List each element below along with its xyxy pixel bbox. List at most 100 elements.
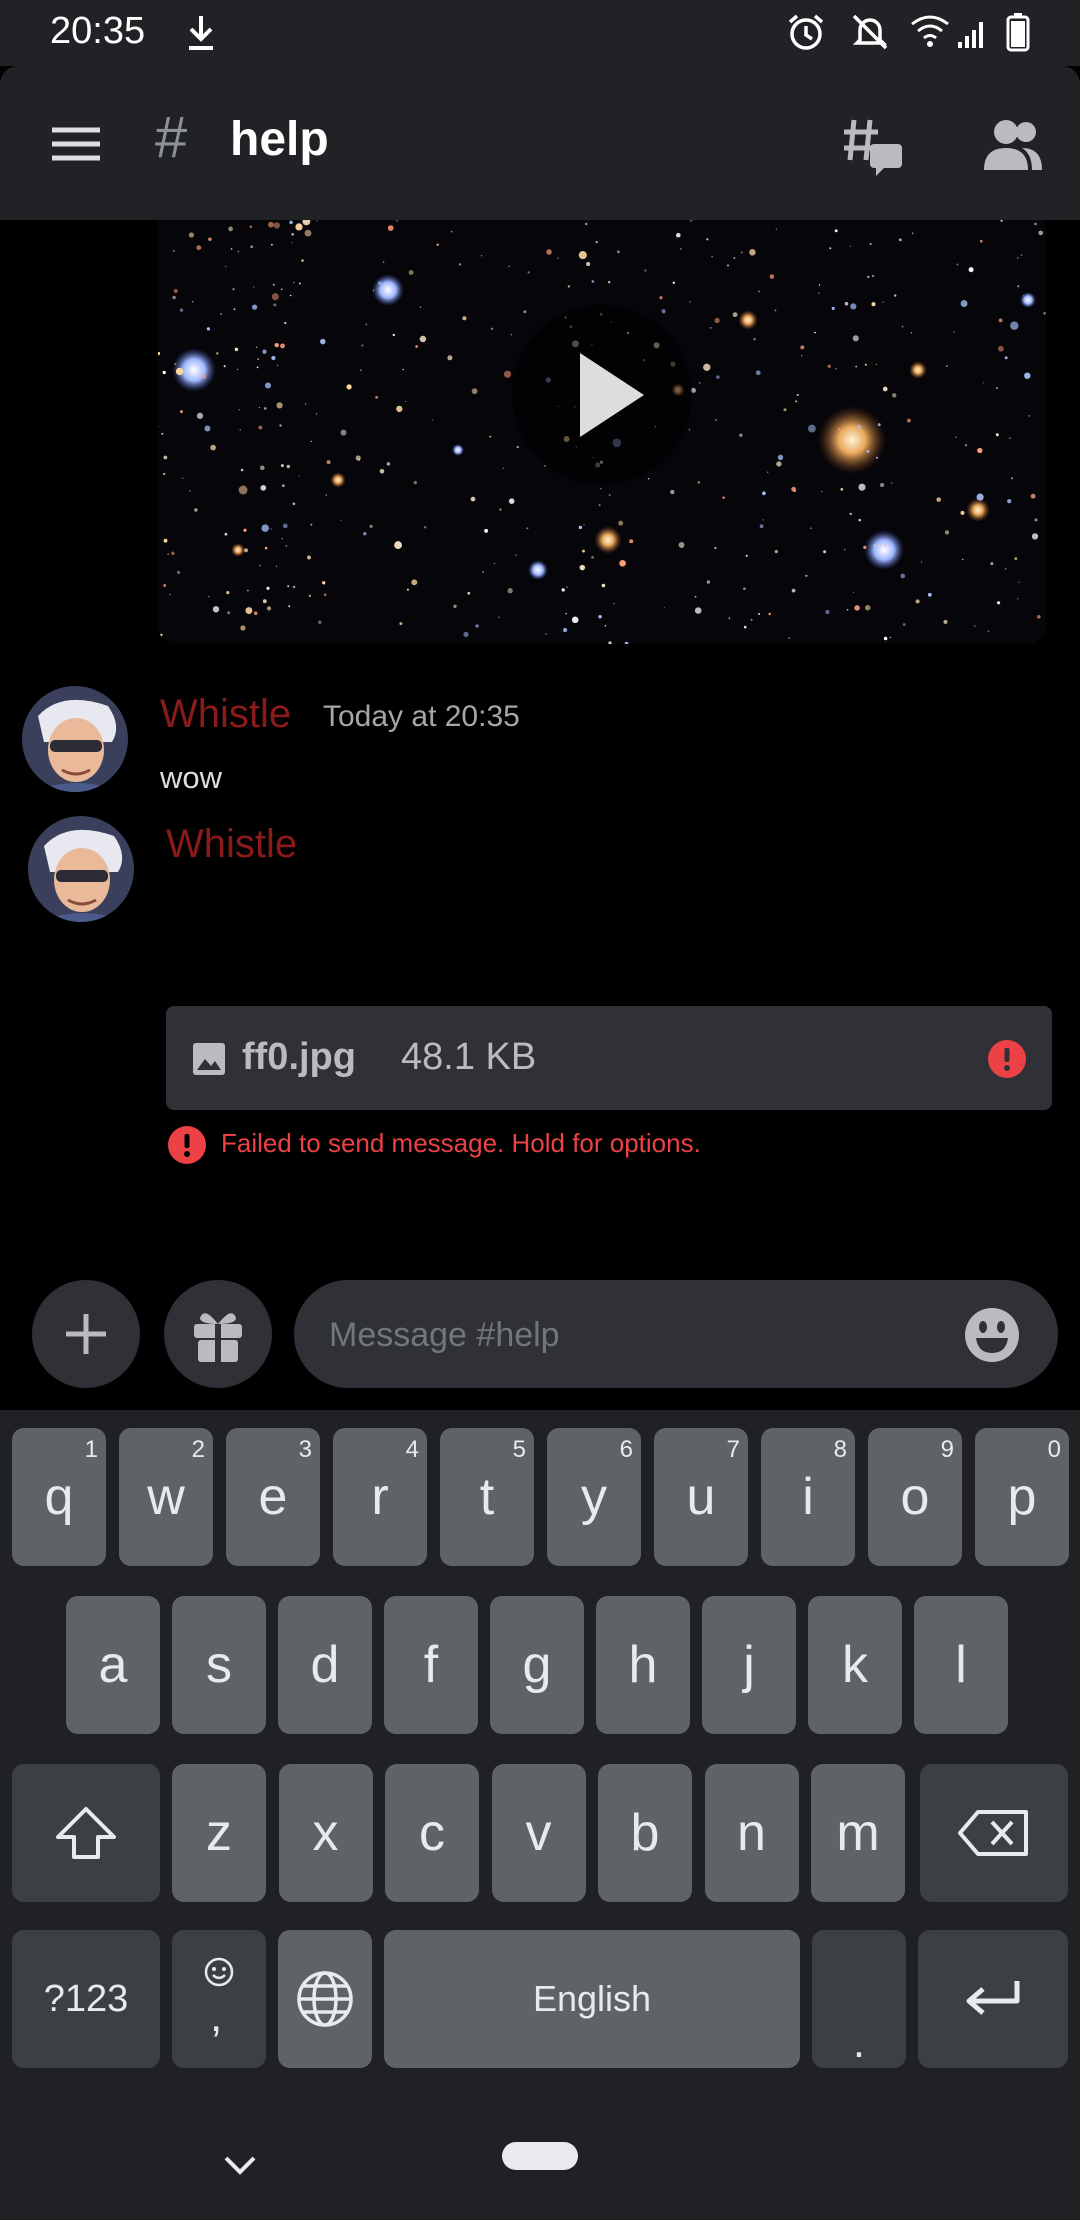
- key-t[interactable]: t5: [440, 1428, 534, 1566]
- key-y[interactable]: y6: [547, 1428, 641, 1566]
- avatar[interactable]: [28, 816, 134, 922]
- threads-icon[interactable]: [842, 116, 904, 178]
- star: [561, 588, 565, 592]
- star: [854, 605, 860, 611]
- send-error-message[interactable]: Failed to send message. Hold for options…: [221, 1128, 701, 1159]
- add-attachment-button[interactable]: [32, 1280, 140, 1388]
- star: [396, 405, 403, 413]
- key-label: q: [44, 1468, 74, 1526]
- keyboard-hide-chevron-icon[interactable]: [222, 2152, 258, 2176]
- star: [1004, 568, 1007, 570]
- key-h[interactable]: h: [596, 1596, 690, 1734]
- star: [322, 581, 326, 585]
- star: [546, 249, 552, 255]
- star: [759, 524, 764, 529]
- emoji-icon[interactable]: [964, 1307, 1020, 1363]
- star: [1043, 312, 1046, 315]
- key-u[interactable]: u7: [654, 1428, 748, 1566]
- star: [840, 487, 844, 491]
- key-a[interactable]: a: [66, 1596, 160, 1734]
- star: [709, 326, 712, 329]
- star: [304, 229, 312, 237]
- key-r[interactable]: r4: [333, 1428, 427, 1566]
- attachment-file-size: 48.1 KB: [401, 1036, 537, 1078]
- star: [1004, 356, 1008, 360]
- star: [413, 480, 417, 485]
- star: [882, 301, 884, 304]
- star: [867, 275, 870, 278]
- error-icon: [168, 1126, 206, 1164]
- star: [289, 220, 293, 225]
- star: [791, 486, 796, 492]
- play-button[interactable]: [512, 305, 692, 485]
- star: [849, 245, 852, 247]
- star: [882, 386, 888, 392]
- key-number-hint: 0: [1047, 1436, 1061, 1463]
- star: [604, 624, 607, 627]
- star: [743, 625, 747, 629]
- star: [212, 606, 220, 613]
- username[interactable]: Whistle: [166, 822, 297, 867]
- language-key[interactable]: [278, 1930, 372, 2068]
- star: [408, 270, 414, 275]
- key-e[interactable]: e3: [226, 1428, 320, 1566]
- key-z[interactable]: z: [172, 1764, 266, 1902]
- backspace-key[interactable]: [920, 1764, 1068, 1902]
- members-icon[interactable]: [982, 116, 1044, 172]
- gift-button[interactable]: [164, 1280, 272, 1388]
- star: [672, 281, 675, 284]
- star: [292, 585, 296, 589]
- period-key[interactable]: .: [812, 1930, 906, 2068]
- star: [258, 406, 260, 409]
- star: [608, 280, 611, 284]
- key-q[interactable]: q1: [12, 1428, 106, 1566]
- key-j[interactable]: j: [702, 1596, 796, 1734]
- key-l[interactable]: l: [914, 1596, 1008, 1734]
- key-n[interactable]: n: [704, 1764, 799, 1902]
- key-i[interactable]: i8: [761, 1428, 855, 1566]
- key-g[interactable]: g: [490, 1596, 584, 1734]
- star: [284, 321, 287, 325]
- key-p[interactable]: p0: [975, 1428, 1069, 1566]
- star: [755, 370, 761, 376]
- username[interactable]: Whistle: [160, 692, 291, 737]
- key-c[interactable]: c: [385, 1764, 479, 1902]
- key-k[interactable]: k: [808, 1596, 902, 1734]
- star: [270, 528, 272, 530]
- star: [943, 619, 948, 624]
- comma-key[interactable]: ,: [172, 1930, 266, 2068]
- star: [163, 584, 167, 587]
- key-v[interactable]: v: [491, 1764, 586, 1902]
- key-m[interactable]: m: [811, 1764, 905, 1902]
- space-key[interactable]: English: [384, 1930, 800, 2068]
- star: [980, 239, 983, 243]
- star: [169, 593, 171, 596]
- star: [372, 289, 375, 292]
- star: [915, 599, 920, 604]
- symbols-key[interactable]: ?123: [12, 1930, 160, 2068]
- attachment-file-name: ff0.jpg: [242, 1036, 356, 1078]
- enter-key[interactable]: [918, 1930, 1068, 2068]
- star: [377, 281, 382, 285]
- star: [1028, 415, 1030, 417]
- key-w[interactable]: w2: [119, 1428, 213, 1566]
- star: [273, 303, 277, 307]
- shift-key[interactable]: [12, 1764, 160, 1902]
- key-b[interactable]: b: [598, 1764, 692, 1902]
- star: [308, 594, 312, 598]
- avatar[interactable]: [22, 686, 128, 792]
- key-o[interactable]: o9: [868, 1428, 962, 1566]
- key-f[interactable]: f: [384, 1596, 478, 1734]
- star: [280, 288, 283, 291]
- key-x[interactable]: x: [278, 1764, 373, 1902]
- star: [843, 548, 846, 551]
- star: [177, 570, 181, 574]
- menu-icon[interactable]: [50, 124, 102, 164]
- key-s[interactable]: s: [172, 1596, 266, 1734]
- home-gesture-pill[interactable]: [502, 2142, 578, 2170]
- key-d[interactable]: d: [278, 1596, 372, 1734]
- star: [163, 455, 168, 460]
- star: [769, 274, 775, 279]
- star: [180, 410, 183, 414]
- star: [238, 485, 248, 495]
